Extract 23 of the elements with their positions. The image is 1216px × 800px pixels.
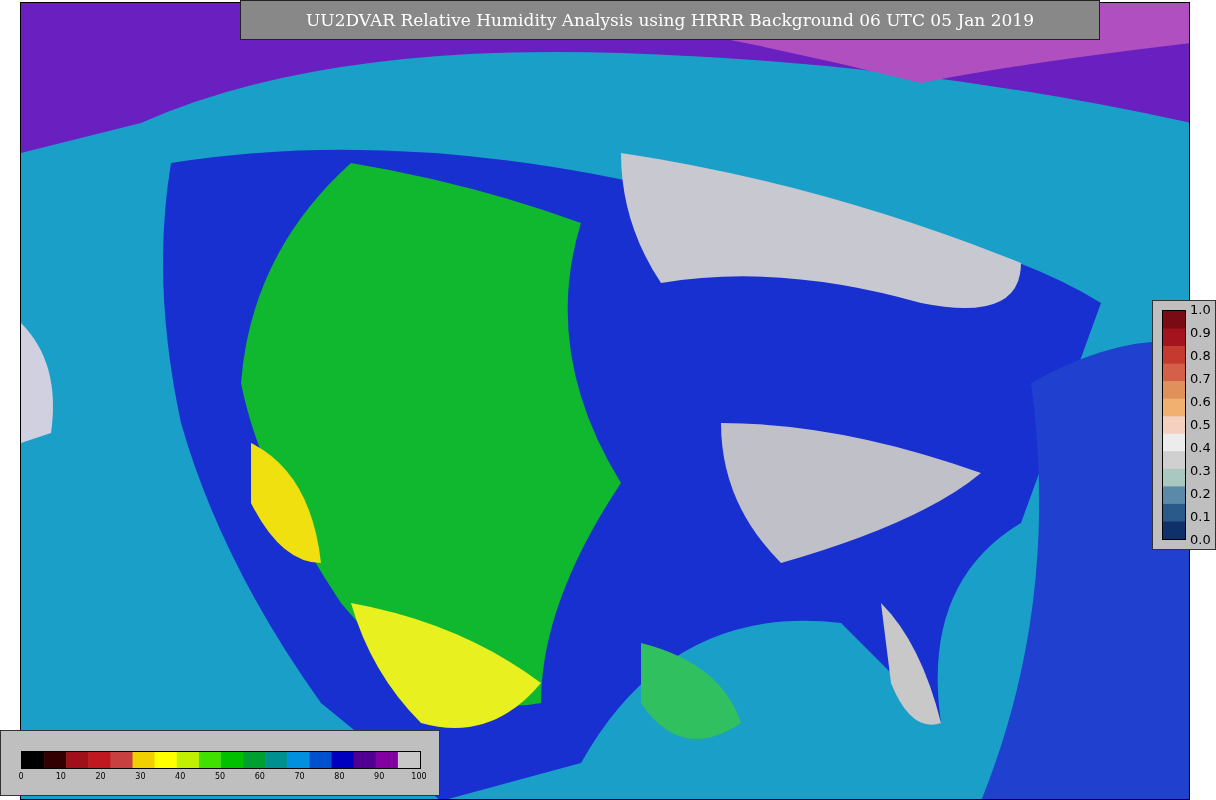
colorbar-label: 0.5 xyxy=(1190,417,1211,433)
colorbar-label: 0.9 xyxy=(1190,325,1211,341)
colorbar-label: 10 xyxy=(55,772,66,782)
colorbar-label: 80 xyxy=(334,772,345,782)
colorbar-label: 60 xyxy=(254,772,265,782)
colorbar-label: 0.2 xyxy=(1190,486,1211,502)
colorbar-label: 0.0 xyxy=(1190,532,1211,548)
colorbar-label: 50 xyxy=(214,772,226,782)
colorbar-label: 0.8 xyxy=(1190,348,1211,364)
colorbar-label: 100 xyxy=(411,772,427,782)
colorbar-label: 40 xyxy=(175,772,186,782)
colorbar-label: 90 xyxy=(374,772,385,782)
colorbar-label: 0 xyxy=(18,772,24,782)
colorbar-label: 0.1 xyxy=(1190,509,1211,525)
colorbar-label: 0.7 xyxy=(1190,371,1211,387)
colorbar-label: 30 xyxy=(135,772,146,782)
colorbar-label: 1.0 xyxy=(1190,302,1211,318)
colorbar-label: 0.6 xyxy=(1190,394,1211,410)
colorbar-label: 20 xyxy=(95,772,106,782)
map-title: UU2DVAR Relative Humidity Analysis using HRRR Background 06 UTC 05 Jan 2019 xyxy=(240,0,1100,40)
colorbar-label: 0.3 xyxy=(1190,463,1211,479)
colorbar-label: 70 xyxy=(294,772,305,782)
colorbar-label: 0.4 xyxy=(1190,440,1211,456)
